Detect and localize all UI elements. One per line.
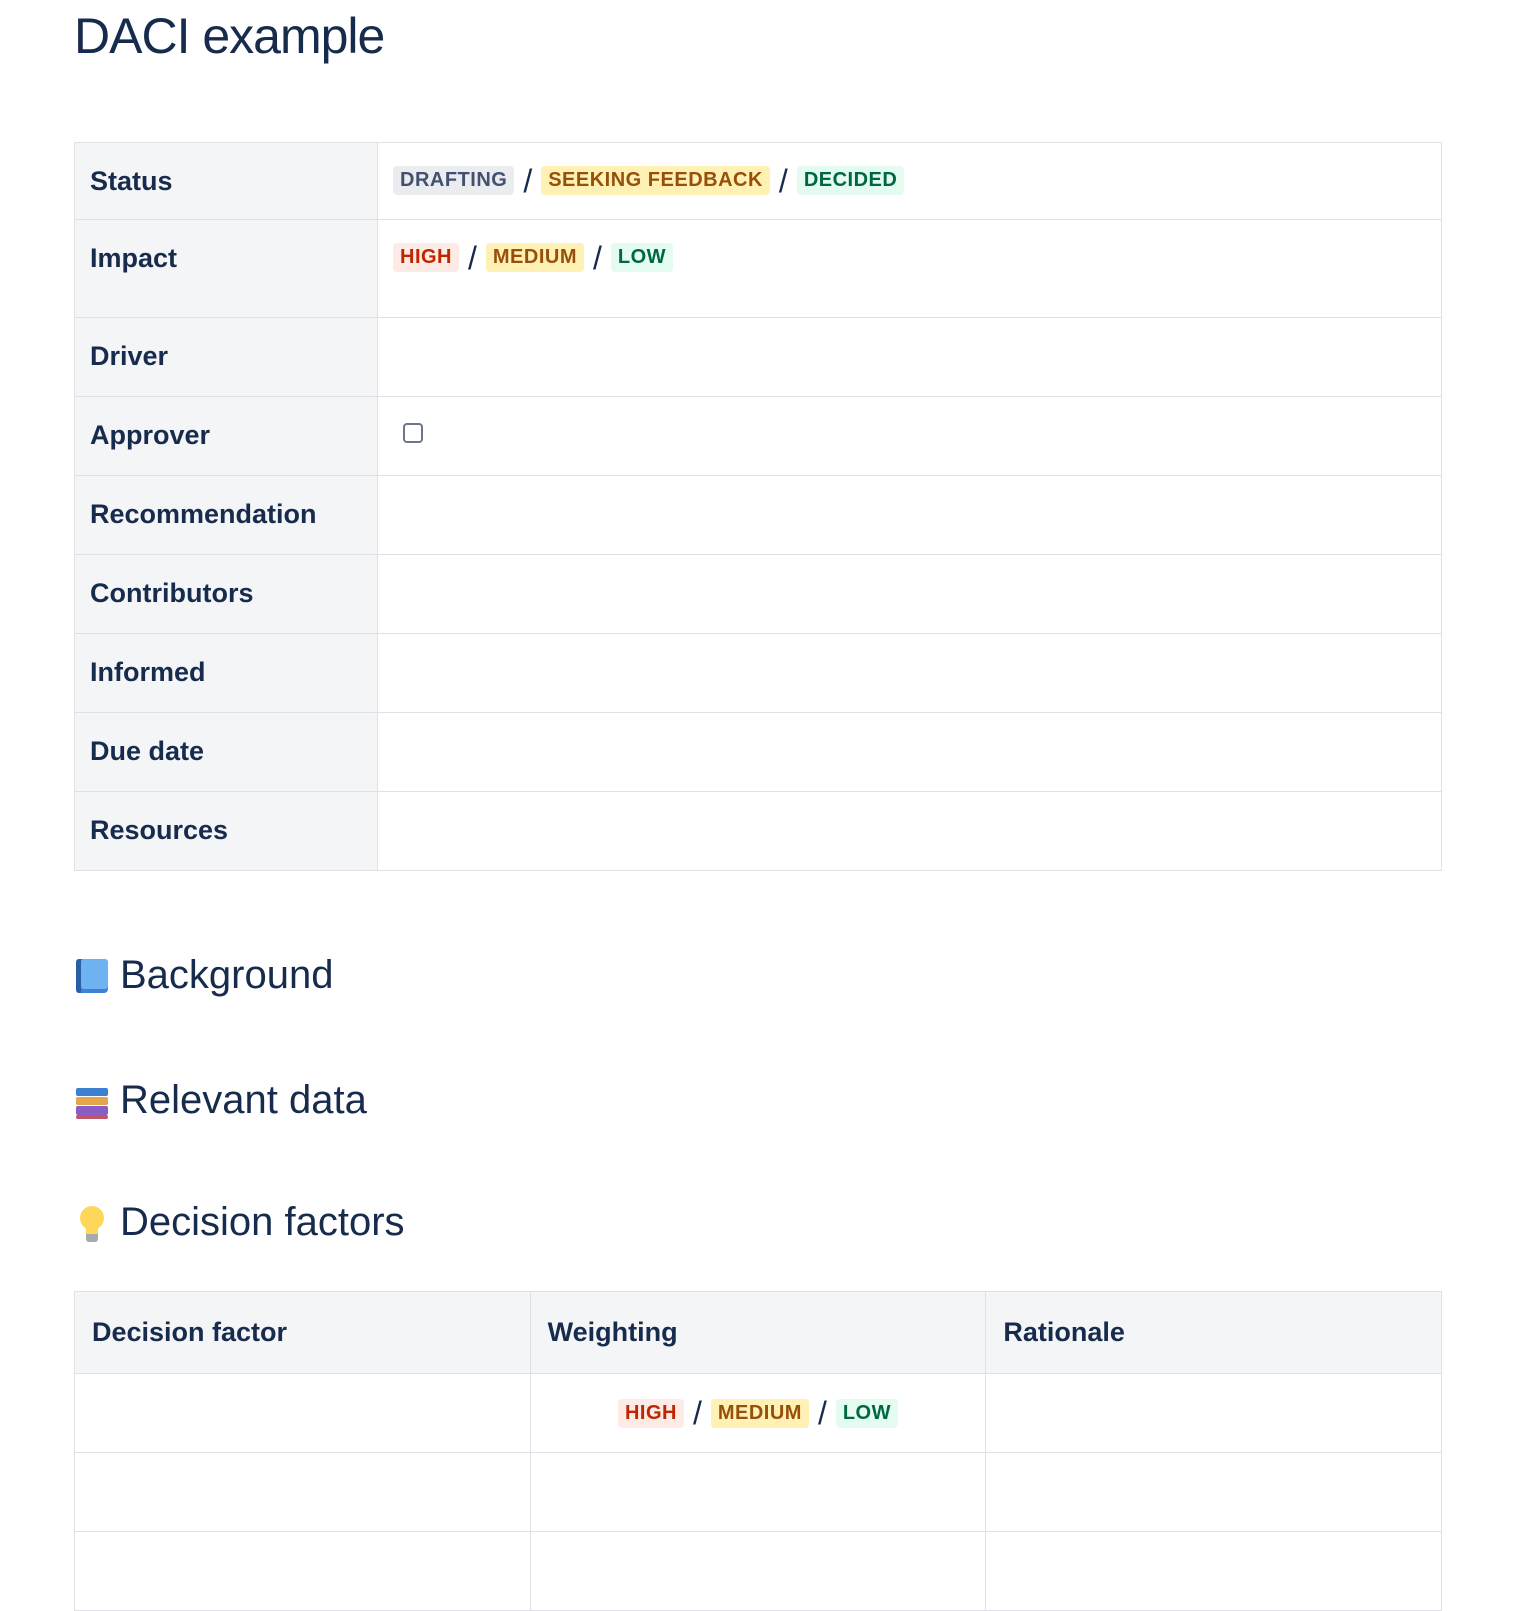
- table-row-informed: Informed: [74, 633, 1442, 713]
- table-row-contributors: Contributors: [74, 554, 1442, 634]
- recommendation-cell[interactable]: [377, 475, 1442, 555]
- table-row-driver: Driver: [74, 317, 1442, 397]
- status-cell[interactable]: DRAFTING / SEEKING FEEDBACK / DECIDED: [377, 142, 1442, 220]
- impact-medium-lozenge[interactable]: MEDIUM: [485, 243, 584, 272]
- contributors-label: Contributors: [74, 554, 378, 634]
- weighting-medium-lozenge[interactable]: MEDIUM: [710, 1398, 809, 1428]
- table-row-recommendation: Recommendation: [74, 475, 1442, 555]
- separator: /: [778, 162, 788, 199]
- blue-book-icon: [74, 955, 110, 995]
- rationale-cell[interactable]: [985, 1452, 1442, 1532]
- recommendation-label: Recommendation: [74, 475, 378, 555]
- light-bulb-icon: [74, 1202, 110, 1242]
- weighting-cell[interactable]: HIGH / MEDIUM / LOW: [529, 1373, 987, 1453]
- separator: /: [468, 239, 477, 276]
- resources-cell[interactable]: [377, 791, 1442, 871]
- contributors-cell[interactable]: [377, 554, 1442, 634]
- table-row-due-date: Due date: [74, 712, 1442, 792]
- table-row-resources: Resources: [74, 791, 1442, 871]
- rationale-cell[interactable]: [985, 1531, 1442, 1611]
- table-row-impact: Impact HIGH / MEDIUM / LOW: [74, 219, 1442, 318]
- background-heading: Background: [74, 950, 333, 1000]
- separator: /: [523, 162, 533, 199]
- impact-high-lozenge[interactable]: HIGH: [393, 243, 459, 272]
- table-header-row: Decision factor Weighting Rationale: [74, 1291, 1442, 1374]
- table-row-approver: Approver: [74, 396, 1442, 476]
- column-header-weighting: Weighting: [529, 1291, 987, 1374]
- relevant-data-title: Relevant data: [120, 1078, 367, 1122]
- decision-factor-cell[interactable]: [74, 1452, 531, 1532]
- decision-factors-table: Decision factor Weighting Rationale HIGH…: [74, 1291, 1442, 1611]
- weighting-high-lozenge[interactable]: HIGH: [617, 1398, 684, 1428]
- weighting-low-lozenge[interactable]: LOW: [835, 1398, 898, 1428]
- separator: /: [593, 239, 602, 276]
- books-icon: [74, 1080, 110, 1120]
- separator: /: [817, 1395, 827, 1431]
- driver-cell[interactable]: [377, 317, 1442, 397]
- informed-label: Informed: [74, 633, 378, 713]
- status-label: Status: [74, 142, 378, 220]
- status-drafting-lozenge[interactable]: DRAFTING: [393, 166, 515, 195]
- decision-factor-cell[interactable]: [74, 1531, 531, 1611]
- decision-factors-title: Decision factors: [120, 1200, 405, 1244]
- weighting-options: HIGH / MEDIUM / LOW: [531, 1395, 986, 1431]
- approver-cell[interactable]: [377, 396, 1442, 476]
- driver-label: Driver: [74, 317, 378, 397]
- daci-properties-table: Status DRAFTING / SEEKING FEEDBACK / DEC…: [74, 142, 1442, 871]
- decision-factor-cell[interactable]: [74, 1373, 531, 1453]
- column-header-rationale: Rationale: [985, 1291, 1442, 1374]
- rationale-cell[interactable]: [985, 1373, 1442, 1453]
- weighting-cell[interactable]: [529, 1452, 987, 1532]
- background-title: Background: [120, 953, 334, 997]
- table-row: [74, 1452, 1442, 1532]
- status-options: DRAFTING / SEEKING FEEDBACK / DECIDED: [393, 162, 1426, 199]
- separator: /: [692, 1395, 702, 1431]
- due-date-label: Due date: [74, 712, 378, 792]
- impact-options: HIGH / MEDIUM / LOW: [393, 239, 1426, 276]
- table-row-status: Status DRAFTING / SEEKING FEEDBACK / DEC…: [74, 142, 1442, 220]
- approver-label: Approver: [74, 396, 378, 476]
- table-row: [74, 1531, 1442, 1611]
- page-title: DACI example: [74, 8, 385, 64]
- status-decided-lozenge[interactable]: DECIDED: [796, 166, 905, 195]
- informed-cell[interactable]: [377, 633, 1442, 713]
- impact-cell[interactable]: HIGH / MEDIUM / LOW: [377, 219, 1442, 318]
- column-header-decision-factor: Decision factor: [74, 1291, 531, 1374]
- weighting-cell[interactable]: [529, 1531, 987, 1611]
- resources-label: Resources: [74, 791, 378, 871]
- due-date-cell[interactable]: [377, 712, 1442, 792]
- impact-label: Impact: [74, 219, 378, 318]
- status-seeking-feedback-lozenge[interactable]: SEEKING FEEDBACK: [541, 166, 770, 195]
- relevant-data-heading: Relevant data: [74, 1075, 367, 1125]
- impact-low-lozenge[interactable]: LOW: [610, 243, 674, 272]
- approver-checkbox[interactable]: [403, 423, 423, 443]
- decision-factors-heading: Decision factors: [74, 1197, 405, 1247]
- table-row: HIGH / MEDIUM / LOW: [74, 1373, 1442, 1453]
